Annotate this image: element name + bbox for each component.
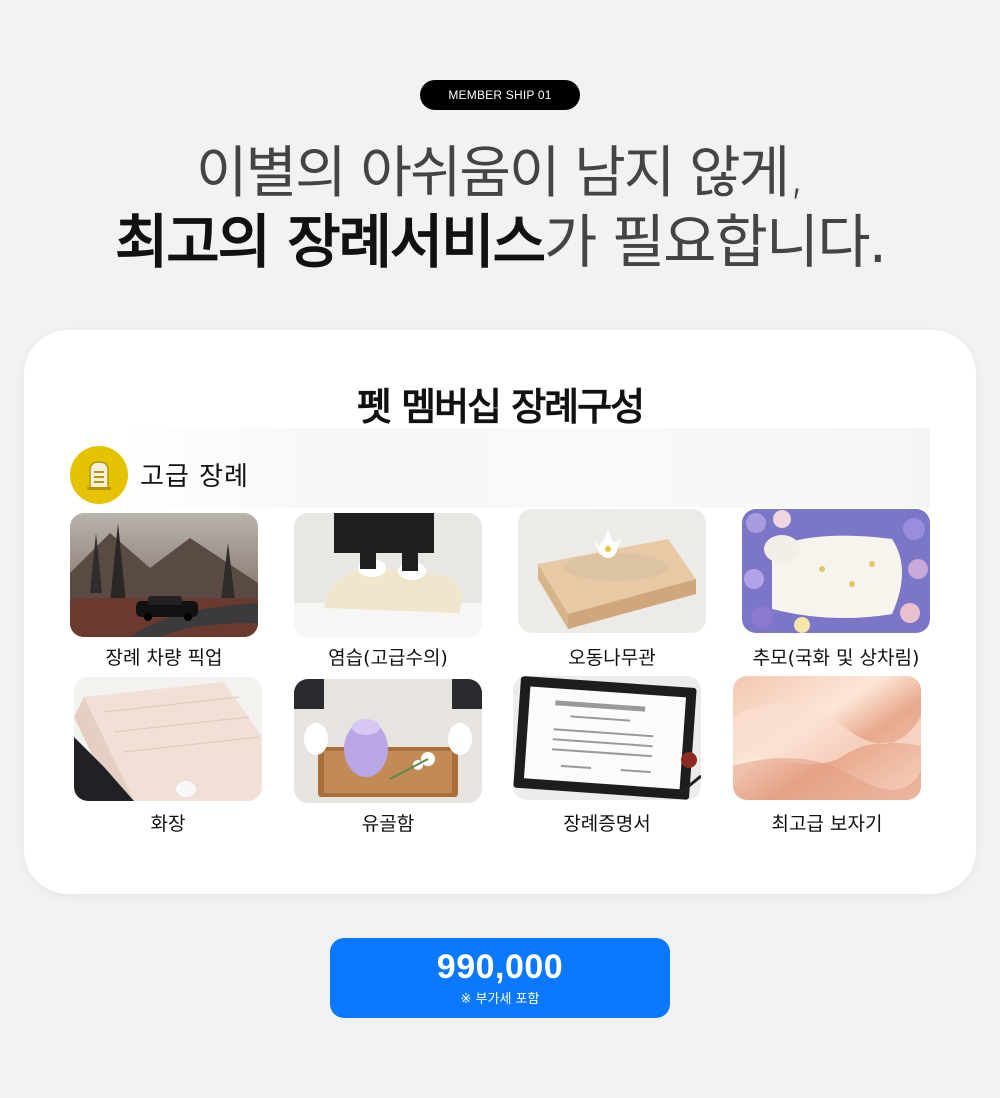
card-title: 펫 멤버십 장례구성 (356, 385, 645, 429)
funeral-package-card: 펫 멤버십 장례구성 고급 장례 장례 차량 픽업 염습(고급수의) 오동나무관… (24, 330, 976, 894)
item-label-shroud: 염습(고급수의) (328, 647, 448, 669)
tombstone-icon (70, 446, 128, 504)
item-label-urn: 유골함 (361, 813, 415, 835)
headline-bold-text: 최고의 장례서비스 (114, 208, 546, 276)
shroud-wrapping-photo (294, 513, 482, 637)
membership-badge: MEMBER SHIP 01 (420, 80, 580, 110)
flower-memorial-photo (742, 509, 930, 633)
item-label-coffin: 오동나무관 (568, 647, 656, 669)
item-label-certificate: 장례증명서 (563, 813, 651, 835)
urn-photo (294, 679, 482, 803)
hearse-car-photo (70, 513, 258, 637)
section-label: 고급 장례 (140, 462, 249, 492)
headline-line1: 이별의 아쉬움이 남지 않게, (196, 141, 806, 206)
price-amount: 990,000 (436, 948, 564, 986)
certificate-photo (513, 676, 701, 800)
silk-cloth-photo (733, 676, 921, 800)
headline-light-text: 가 필요합니다. (544, 208, 887, 276)
vat-note: ※ 부가세 포함 (460, 992, 540, 1007)
item-label-cremation: 화장 (150, 813, 186, 835)
paulownia-coffin-photo (518, 509, 706, 633)
item-label-memorial: 추모(국화 및 상차림) (752, 647, 920, 669)
item-label-silk: 최고급 보자기 (771, 813, 883, 835)
price-button[interactable]: 990,000 ※ 부가세 포함 (330, 938, 670, 1018)
cremation-photo (74, 677, 262, 801)
item-label-hearse: 장례 차량 픽업 (105, 647, 223, 669)
headline-line2: 최고의 장례서비스가 필요합니다. (0, 206, 1000, 278)
